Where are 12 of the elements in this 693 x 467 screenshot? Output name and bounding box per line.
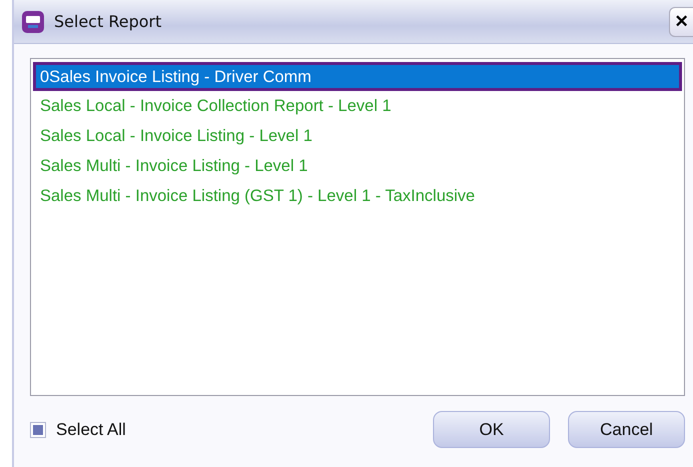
report-item[interactable]: Sales Local - Invoice Collection Report - Level 1 — [33, 91, 682, 121]
report-item[interactable]: 0Sales Invoice Listing - Driver Comm — [33, 62, 682, 91]
report-item[interactable]: Sales Multi - Invoice Listing - Level 1 — [33, 151, 682, 181]
close-button[interactable]: ✕ — [669, 6, 693, 36]
select-all-checkbox[interactable] — [30, 422, 46, 438]
window-title: Select Report — [54, 12, 162, 31]
report-item[interactable]: Sales Local - Invoice Listing - Level 1 — [33, 121, 682, 151]
report-item[interactable]: Sales Multi - Invoice Listing (GST 1) - Level 1 - TaxInclusive — [33, 181, 682, 211]
ok-button[interactable]: OK — [433, 411, 550, 448]
select-all-label: Select All — [56, 420, 127, 440]
app-icon — [22, 10, 44, 32]
cancel-button[interactable]: Cancel — [568, 411, 685, 448]
